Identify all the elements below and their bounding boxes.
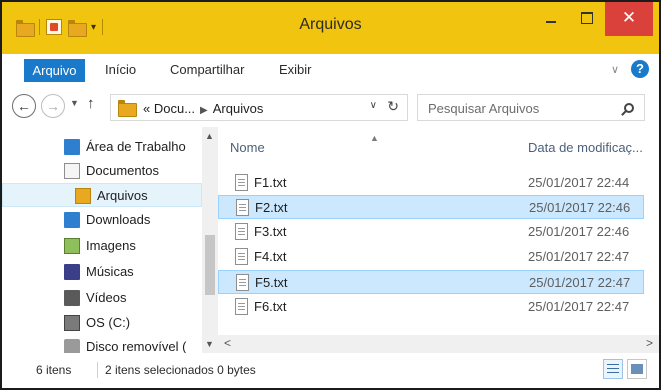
nav-item-os-c[interactable]: OS (C:) (2, 311, 202, 335)
horizontal-scrollbar[interactable]: < > (218, 335, 659, 353)
status-bar: 6 itens 2 itens selecionados 0 bytes (2, 353, 659, 388)
tab-exibir[interactable]: Exibir (279, 62, 312, 77)
text-file-icon (236, 274, 249, 291)
recent-locations-chevron-icon[interactable]: ▼ (70, 98, 79, 108)
file-name: F1.txt (254, 175, 287, 190)
downloads-icon (64, 212, 80, 228)
scroll-down-icon[interactable]: ▼ (205, 339, 214, 349)
nav-item-label: Downloads (86, 212, 151, 227)
nav-item-imagens[interactable]: Imagens (2, 234, 202, 258)
file-name: F4.txt (254, 249, 287, 264)
address-row: ← → ▼ ↑ « Docu... ▶ Arquivos ∨ ↻ Pesquisar… (2, 87, 659, 127)
file-row-selected[interactable]: F2.txt 25/01/2017 22:46 (218, 195, 644, 219)
column-header-name[interactable]: Nome (230, 140, 265, 155)
pictures-icon (64, 238, 80, 254)
status-selection: 2 itens selecionados 0 bytes (105, 363, 256, 377)
nav-item-downloads[interactable]: Downloads (2, 208, 202, 232)
breadcrumb-current[interactable]: Arquivos (213, 101, 264, 116)
title-bar[interactable]: ▾ Arquivos ✕ (2, 2, 659, 54)
nav-item-label: Músicas (86, 264, 134, 279)
text-file-icon (235, 298, 248, 315)
file-name: F3.txt (254, 224, 287, 239)
scroll-right-icon[interactable]: > (646, 336, 653, 350)
breadcrumb-chevron-icon[interactable]: ▶ (200, 105, 208, 116)
scroll-thumb[interactable] (205, 235, 215, 295)
nav-item-musicas[interactable]: Músicas (2, 260, 202, 284)
maximize-button[interactable] (569, 2, 605, 36)
file-row[interactable]: F1.txt 25/01/2017 22:44 (218, 171, 644, 195)
text-file-icon (235, 248, 248, 265)
file-list: Nome ▲ Data de modificaç... F1.txt 25/01… (218, 127, 659, 335)
nav-item-label: Disco removível ( (86, 339, 187, 353)
videos-icon (64, 290, 80, 306)
music-icon (64, 264, 80, 280)
back-button[interactable]: ← (12, 94, 36, 118)
folder-icon (118, 100, 137, 117)
nav-item-label: Imagens (86, 238, 136, 253)
address-bar[interactable]: « Docu... ▶ Arquivos ∨ ↻ (110, 94, 408, 121)
removable-disk-icon (64, 339, 80, 353)
sort-ascending-icon: ▲ (370, 133, 379, 143)
documents-icon (64, 163, 80, 179)
navigation-pane: Área de Trabalho Documentos Arquivos Dow… (2, 127, 218, 353)
address-dropdown-chevron-icon[interactable]: ∨ (370, 100, 377, 111)
details-view-icon[interactable] (603, 359, 623, 379)
status-item-count: 6 itens (36, 363, 72, 377)
search-placeholder: Pesquisar Arquivos (428, 101, 540, 116)
desktop-icon (64, 139, 80, 155)
help-icon[interactable]: ? (631, 60, 649, 78)
nav-item-label: Área de Trabalho (86, 139, 186, 154)
text-file-icon (235, 223, 248, 240)
nav-item-label: Arquivos (97, 188, 148, 203)
file-date: 25/01/2017 22:47 (528, 299, 630, 314)
file-date: 25/01/2017 22:47 (528, 249, 630, 264)
file-name: F5.txt (255, 275, 288, 290)
breadcrumb: « Docu... ▶ Arquivos (143, 101, 263, 116)
search-input[interactable]: Pesquisar Arquivos (417, 94, 645, 121)
scroll-up-icon[interactable]: ▲ (205, 131, 214, 141)
file-date: 25/01/2017 22:46 (528, 224, 630, 239)
up-button[interactable]: ↑ (87, 95, 95, 112)
nav-item-arquivos[interactable]: Arquivos (2, 183, 202, 207)
close-button[interactable]: ✕ (605, 2, 653, 36)
nav-item-label: OS (C:) (86, 315, 131, 330)
tab-arquivo[interactable]: Arquivo (24, 59, 85, 82)
file-row[interactable]: F3.txt 25/01/2017 22:46 (218, 220, 644, 244)
file-row[interactable]: F4.txt 25/01/2017 22:47 (218, 245, 644, 269)
tab-compartilhar[interactable]: Compartilhar (170, 62, 244, 77)
column-header-date[interactable]: Data de modificaç... (528, 140, 643, 155)
nav-item-disco-removivel[interactable]: Disco removível ( (2, 335, 202, 353)
breadcrumb-parent[interactable]: « Docu... (143, 101, 195, 116)
column-headers: Nome ▲ Data de modificaç... (218, 127, 659, 167)
nav-item-label: Documentos (86, 163, 159, 178)
text-file-icon (236, 199, 249, 216)
tab-inicio[interactable]: Início (105, 62, 136, 77)
refresh-icon[interactable]: ↻ (387, 98, 399, 115)
folder-icon (75, 188, 91, 204)
minimize-button[interactable] (531, 2, 569, 36)
navigation-scrollbar[interactable]: ▲ ▼ (202, 127, 218, 353)
file-row-selected[interactable]: F5.txt 25/01/2017 22:47 (218, 270, 644, 294)
ribbon-tabs: Arquivo Início Compartilhar Exibir ∨ ? (2, 54, 659, 87)
ribbon-controls: ∨ ? (611, 60, 649, 78)
forward-button[interactable]: → (41, 94, 65, 118)
file-date: 25/01/2017 22:44 (528, 175, 630, 190)
file-row[interactable]: F6.txt 25/01/2017 22:47 (218, 295, 644, 319)
file-date: 25/01/2017 22:46 (529, 200, 631, 215)
explorer-window: ▾ Arquivos ✕ Arquivo Início Compartilhar… (0, 0, 661, 390)
nav-item-videos[interactable]: Vídeos (2, 286, 202, 310)
file-name: F2.txt (255, 200, 288, 215)
drive-icon (64, 315, 80, 331)
scroll-left-icon[interactable]: < (224, 336, 231, 350)
nav-item-label: Vídeos (86, 290, 127, 305)
status-divider (97, 362, 98, 378)
nav-item-area-de-trabalho[interactable]: Área de Trabalho (2, 135, 202, 159)
large-icons-view-icon[interactable] (627, 359, 647, 379)
nav-item-documentos[interactable]: Documentos (2, 159, 202, 183)
file-name: F6.txt (254, 299, 287, 314)
expand-ribbon-chevron-icon[interactable]: ∨ (611, 63, 619, 76)
file-date: 25/01/2017 22:47 (529, 275, 631, 290)
text-file-icon (235, 174, 248, 191)
search-icon[interactable] (624, 103, 634, 113)
